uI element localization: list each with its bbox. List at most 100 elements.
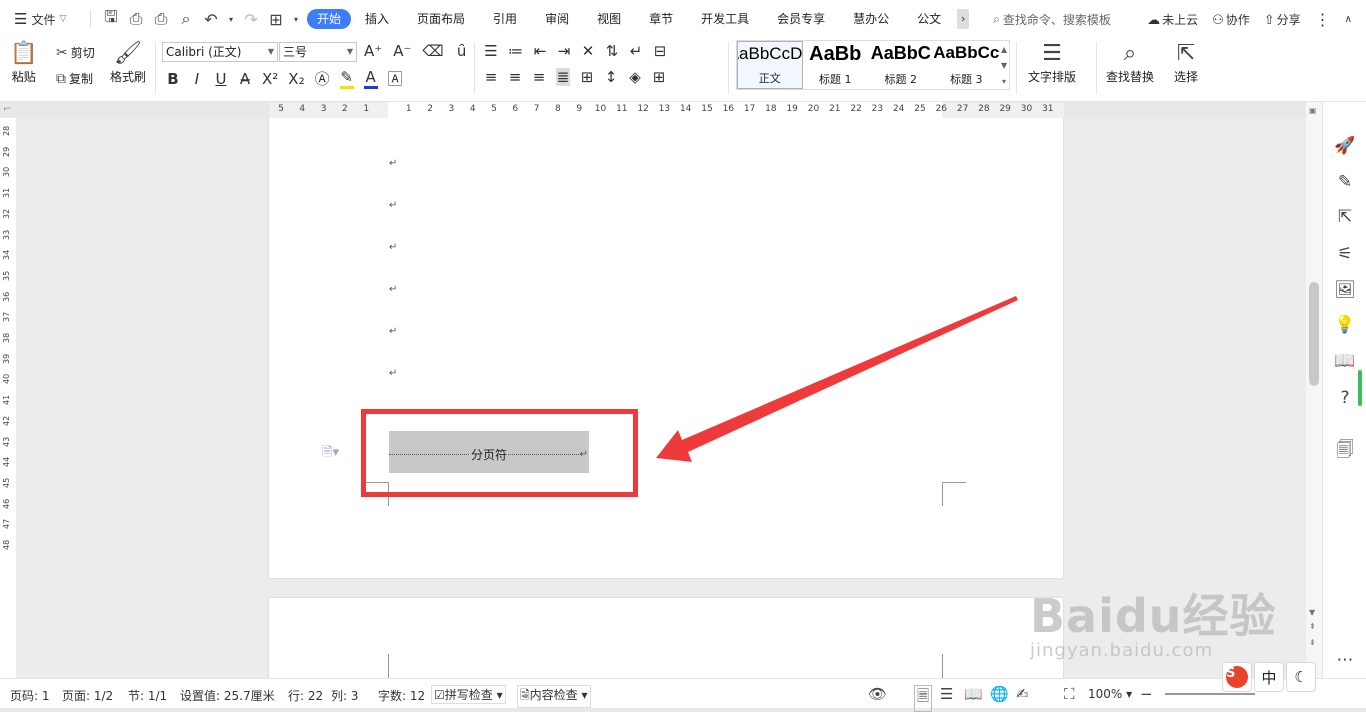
superscript-icon[interactable]: X² [262,70,278,88]
print-icon[interactable]: ⎙ [153,9,169,29]
zoom-slider[interactable] [1165,693,1255,695]
scroll-down-icon[interactable]: ▼ [1309,608,1315,617]
shading-icon[interactable]: ◈ [628,68,642,86]
word-count[interactable]: 字数: 12 [378,687,425,704]
bullet-list-icon[interactable]: ☰ [484,42,498,60]
text-layout-button[interactable]: ☰ 文字排版 [1028,40,1076,85]
tab-start[interactable]: 开始 [307,9,352,29]
reading-view-icon[interactable]: 📖 [964,685,983,703]
print-preview-icon[interactable]: ⌕ [178,9,194,29]
expand-icon[interactable]: ▾ [1002,77,1006,86]
style-heading-1[interactable]: AaBb 标题 1 [803,41,869,89]
web-view-icon[interactable]: 🌐 [990,685,1009,703]
char-border-icon[interactable]: 🄰 [388,68,403,89]
chevron-up-icon[interactable]: ▲ [1001,45,1007,54]
share-button[interactable]: ⇧ 分享 [1264,11,1301,28]
prev-page-icon[interactable]: ⇞ [1309,622,1316,631]
help-icon[interactable]: ? [1334,388,1356,408]
vertical-ruler[interactable]: 28 29 30 31 32 33 34 35 36 37 38 39 40 41 42 43 44 45 46 47… [0,118,16,678]
styles-scroll[interactable]: ▲ ▼ ▾ [999,41,1009,89]
numbered-list-icon[interactable]: ≔ [508,42,523,60]
copy-button[interactable]: ⧉ 复制 [56,70,93,87]
next-page-icon[interactable]: ⇟ [1309,638,1316,647]
font-size-select[interactable]: 三号 ▼ [279,42,357,62]
column-indicator[interactable]: 列: 3 [331,687,359,704]
customize-dropdown-icon[interactable]: ▾ [293,15,299,24]
write-mode-icon[interactable]: ✍ [1016,685,1029,703]
italic-icon[interactable]: I [190,70,204,88]
line-indicator[interactable]: 行: 22 [288,687,323,704]
bulb-icon[interactable]: 💡 [1334,315,1356,335]
spell-check-button[interactable]: ☑拼写检查 ▾ [431,685,506,704]
distribute-icon[interactable]: ⊞ [580,68,594,86]
borders-icon[interactable]: ⊞ [652,68,666,86]
vertical-scrollbar[interactable]: ▣ ▼ ⇞ ⇟ [1306,102,1322,678]
decrease-indent-icon[interactable]: ⇤ [533,42,547,60]
rocket-icon[interactable]: 🚀 [1334,136,1356,156]
table-borders-icon[interactable]: ⊟ [653,42,667,60]
page-count[interactable]: 页面: 1/2 [62,687,113,704]
subscript-icon[interactable]: X₂ [288,70,304,88]
chevron-down-icon[interactable]: ▼ [1001,61,1007,70]
collab-button[interactable]: ⚇ 协作 [1212,11,1250,28]
scrollbar-thumb[interactable] [1309,282,1319,386]
phonetic-guide-icon[interactable]: ȗ [455,42,469,60]
sort-icon[interactable]: ⇅ [605,42,619,60]
collapse-ribbon-button[interactable]: ∧ [1345,14,1352,25]
clear-format-icon[interactable]: ⌫ [422,42,443,60]
more-tabs-button[interactable]: › [957,9,970,29]
ruler-toggle-icon[interactable]: ⌐ [3,104,11,115]
bold-icon[interactable]: B [166,70,180,88]
align-right-icon[interactable]: ≡ [532,68,546,86]
align-center-icon[interactable]: ≡ [508,68,522,86]
more-icon[interactable]: ⋯ [1334,650,1356,670]
tab-insert[interactable]: 插入 [351,9,403,29]
sliders-icon[interactable]: ⚟ [1334,244,1356,264]
tab-view[interactable]: 视图 [583,9,635,29]
highlight-icon[interactable]: ✎ [339,68,354,89]
outline-view-icon[interactable]: ☰ [940,685,953,703]
ime-language-button[interactable]: 中 [1254,662,1284,692]
strikethrough-icon[interactable]: A̶ [238,70,252,88]
command-search[interactable]: ⌕ 查找命令、搜索模板 [993,11,1111,28]
setting-value[interactable]: 设置值: 25.7厘米 [180,687,275,704]
show-marks-icon[interactable]: ↵ [629,42,643,60]
page-number[interactable]: 页码: 1 [10,687,50,704]
tab-developer[interactable]: 开发工具 [687,9,763,29]
cloud-status-button[interactable]: ☁ 未上云 [1147,11,1198,28]
align-left-icon[interactable]: ≡ [484,68,498,86]
pointer-icon[interactable]: ⇱ [1334,207,1356,227]
file-menu[interactable]: ☰ 文件 ▽ [0,0,86,38]
redo-icon[interactable]: ↷ [243,10,259,29]
tab-smart-office[interactable]: 慧办公 [839,9,903,29]
book-icon[interactable]: 📖 [1334,351,1356,371]
style-heading-3[interactable]: AaBbCc 标题 3 [934,41,1000,89]
image-icon[interactable]: 🖼 [1334,280,1356,300]
ime-logo-button[interactable]: S [1222,662,1252,692]
tab-official-doc[interactable]: 公文 [903,9,955,29]
section-indicator[interactable]: 节: 1/1 [128,687,167,704]
zoom-out-icon[interactable]: − [1140,685,1153,703]
justify-icon[interactable]: ≣ [556,68,570,86]
style-heading-2[interactable]: AaBbC 标题 2 [868,41,934,89]
style-normal[interactable]: AaBbCcDd 正文 [737,41,803,89]
tab-member[interactable]: 会员专享 [763,9,839,29]
export-pdf-icon[interactable]: ⎙ [128,9,144,29]
font-name-select[interactable]: Calibri (正文) ▼ [162,42,278,62]
paste-button[interactable]: 📋 粘贴 [10,40,37,85]
cut-button[interactable]: ✂ 剪切 [56,44,95,61]
format-painter-button[interactable]: 🖌 格式刷 [110,40,146,85]
more-options-button[interactable]: ⋮ [1315,10,1331,29]
line-spacing-icon[interactable]: ↕ [604,68,618,86]
tab-references[interactable]: 引用 [479,9,531,29]
grow-font-icon[interactable]: A⁺ [364,42,382,60]
select-button[interactable]: ⇱ 选择 [1174,40,1198,85]
font-color-icon[interactable]: A [363,68,378,89]
horizontal-ruler[interactable]: 5 4 3 2 1 1 2 3 4 5 6 7 8 9 10 11 12 13 14 15 16 17 18 19 20 21 22… [270,102,1064,118]
undo-icon[interactable]: ↶ [203,10,219,29]
fit-page-icon[interactable]: ⛶ [1064,685,1075,703]
tab-review[interactable]: 审阅 [531,9,583,29]
moon-icon[interactable]: ☾ [1286,662,1316,692]
underline-icon[interactable]: U [214,70,228,88]
increase-indent-icon[interactable]: ⇥ [557,42,571,60]
